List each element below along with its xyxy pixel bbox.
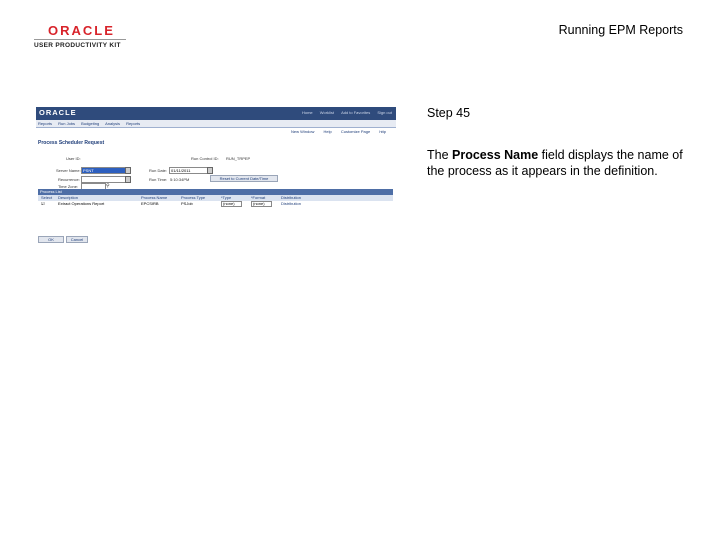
row-process-type: PSJob bbox=[181, 201, 193, 206]
recurrence-field[interactable] bbox=[81, 176, 126, 183]
action-help[interactable]: Help bbox=[323, 129, 331, 134]
table-row: ☑ Extract Operations Report EPCSIRB PSJo… bbox=[38, 201, 393, 207]
run-control-label: Run Control ID: bbox=[191, 156, 219, 161]
server-name-label: Server Name: bbox=[56, 168, 81, 173]
logo-divider bbox=[34, 39, 126, 40]
recurrence-label: Recurrence: bbox=[58, 177, 80, 182]
app-menu-bar: Reports Run Jobs Budgeting Analysis Repo… bbox=[36, 120, 396, 128]
app-header-bar: ORACLE Home Worklist Add to Favorites Si… bbox=[36, 107, 396, 120]
logo-brand: ORACLE bbox=[48, 23, 115, 38]
link-worklist[interactable]: Worklist bbox=[320, 110, 334, 115]
step-description: The Process Name field displays the name… bbox=[427, 147, 687, 179]
run-time-value: 5:10:34PM bbox=[170, 177, 190, 182]
run-control-value: RUN_TRPEP bbox=[226, 156, 251, 161]
step-number: Step 45 bbox=[427, 106, 471, 120]
server-dropdown-icon[interactable] bbox=[125, 167, 131, 174]
menu-item[interactable]: Run Jobs bbox=[58, 121, 75, 126]
embedded-screenshot: ORACLE Home Worklist Add to Favorites Si… bbox=[36, 107, 396, 247]
ok-button[interactable]: OK bbox=[38, 236, 64, 243]
oracle-upk-logo: ORACLE USER PRODUCTIVITY KIT bbox=[34, 24, 126, 49]
app-top-links: Home Worklist Add to Favorites Sign out bbox=[296, 110, 392, 115]
desc-field-name: Process Name bbox=[452, 148, 539, 162]
link-home[interactable]: Home bbox=[302, 110, 313, 115]
action-customize[interactable]: Customize Page bbox=[341, 129, 370, 134]
logo-product: USER PRODUCTIVITY KIT bbox=[34, 42, 121, 49]
menu-item[interactable]: Budgeting bbox=[81, 121, 99, 126]
row-distribution-link[interactable]: Distribution bbox=[281, 201, 301, 207]
menu-item[interactable]: Reports bbox=[38, 121, 52, 126]
link-add-favorites[interactable]: Add to Favorites bbox=[341, 110, 370, 115]
row-type-select[interactable]: (none) bbox=[221, 201, 242, 207]
run-time-label: Run Time: bbox=[149, 177, 168, 182]
menu-item[interactable]: Reports bbox=[126, 121, 140, 126]
desc-text-start: The bbox=[427, 148, 453, 162]
page-actions: New Window Help Customize Page http bbox=[283, 129, 386, 134]
action-new-window[interactable]: New Window bbox=[291, 129, 314, 134]
user-id-label: User ID: bbox=[66, 156, 81, 161]
row-description: Extract Operations Report bbox=[58, 201, 105, 206]
process-list-grid: Process List Select Description Process … bbox=[38, 189, 393, 207]
menu-item[interactable]: Analysis bbox=[105, 121, 120, 126]
page-title: Running EPM Reports bbox=[558, 23, 683, 37]
recurrence-dropdown-icon[interactable] bbox=[125, 176, 131, 183]
calendar-icon[interactable] bbox=[207, 167, 213, 174]
app-brand: ORACLE bbox=[39, 108, 77, 117]
row-process-name: EPCSIRB bbox=[141, 201, 159, 206]
psr-title: Process Scheduler Request bbox=[38, 140, 105, 146]
run-date-field[interactable]: 01/11/2011 bbox=[169, 167, 208, 174]
link-sign-out[interactable]: Sign out bbox=[377, 110, 392, 115]
action-http[interactable]: http bbox=[379, 129, 386, 134]
server-name-field[interactable]: PSNT bbox=[81, 167, 126, 174]
row-format-select[interactable]: (none) bbox=[251, 201, 272, 207]
reset-date-time-button[interactable]: Reset to Current Date/Time bbox=[210, 175, 278, 182]
cancel-button[interactable]: Cancel bbox=[66, 236, 88, 243]
run-date-label: Run Date: bbox=[149, 168, 168, 173]
row-select-checkbox[interactable]: ☑ bbox=[41, 201, 45, 207]
